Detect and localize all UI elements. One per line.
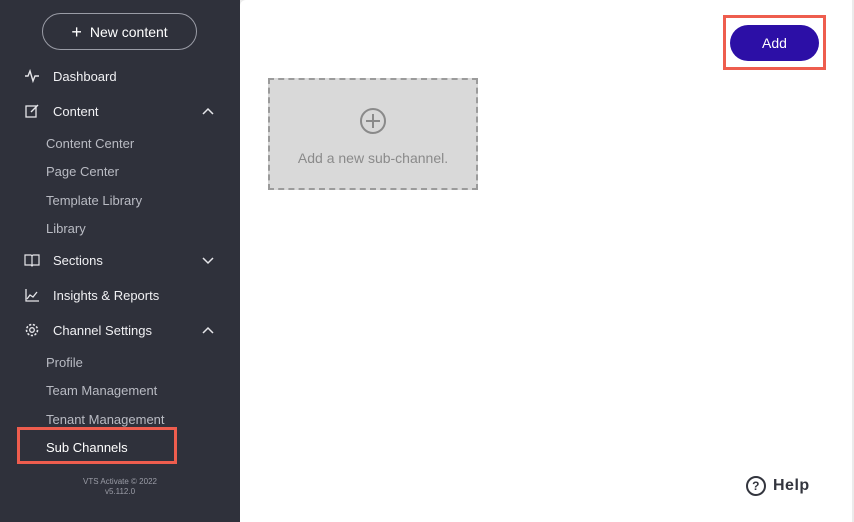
sidebar-subitem-content-center[interactable]: Content Center — [46, 134, 134, 152]
help-question-icon: ? — [746, 476, 766, 496]
sidebar-subitem-profile[interactable]: Profile — [46, 353, 83, 371]
version-number: v5.112.0 — [104, 487, 136, 496]
help-button[interactable]: ? Help — [746, 474, 810, 498]
add-sub-channel-text: Add a new sub-channel. — [297, 150, 449, 166]
sidebar-item-label: Dashboard — [53, 68, 117, 84]
edit-icon — [24, 103, 40, 119]
chevron-up-icon[interactable] — [200, 103, 216, 119]
sidebar-item-label: Channel Settings — [53, 322, 153, 338]
sidebar-item-dashboard[interactable]: Dashboard — [24, 65, 220, 87]
sidebar-item-channel-settings[interactable]: Channel Settings — [24, 319, 220, 341]
sub-channels-highlight-box — [17, 427, 177, 464]
sidebar-subitem-page-center[interactable]: Page Center — [46, 162, 119, 180]
sidebar-item-label: Insights & Reports — [53, 287, 160, 303]
sidebar-subitem-team-management[interactable]: Team Management — [46, 381, 157, 399]
add-sub-channel-card[interactable]: Add a new sub-channel. — [268, 78, 478, 190]
chart-icon — [24, 287, 40, 303]
chevron-down-icon[interactable] — [200, 252, 216, 268]
new-content-label: New content — [89, 23, 168, 40]
add-button[interactable]: Add — [730, 25, 819, 61]
sidebar-item-label: Sections — [53, 252, 103, 268]
sidebar-item-sections[interactable]: Sections — [24, 249, 220, 271]
sidebar-subitem-library[interactable]: Library — [46, 219, 86, 237]
sidebar: + New content Dashboard Content Content … — [0, 0, 240, 522]
pulse-icon — [24, 68, 40, 84]
plus-circle-icon — [360, 108, 386, 134]
new-content-button[interactable]: + New content — [42, 13, 197, 50]
gear-icon — [24, 322, 40, 338]
version-copyright: VTS Activate © 2022 — [83, 477, 157, 486]
plus-icon: + — [71, 21, 82, 42]
book-icon — [24, 252, 40, 268]
chevron-up-icon[interactable] — [200, 322, 216, 338]
sidebar-subitem-tenant-management[interactable]: Tenant Management — [46, 410, 165, 428]
sidebar-item-content[interactable]: Content — [24, 100, 220, 122]
sidebar-item-label: Content — [53, 103, 99, 119]
sidebar-subitem-template-library[interactable]: Template Library — [46, 191, 142, 209]
help-label: Help — [773, 477, 810, 494]
sidebar-item-insights-reports[interactable]: Insights & Reports — [24, 284, 220, 306]
